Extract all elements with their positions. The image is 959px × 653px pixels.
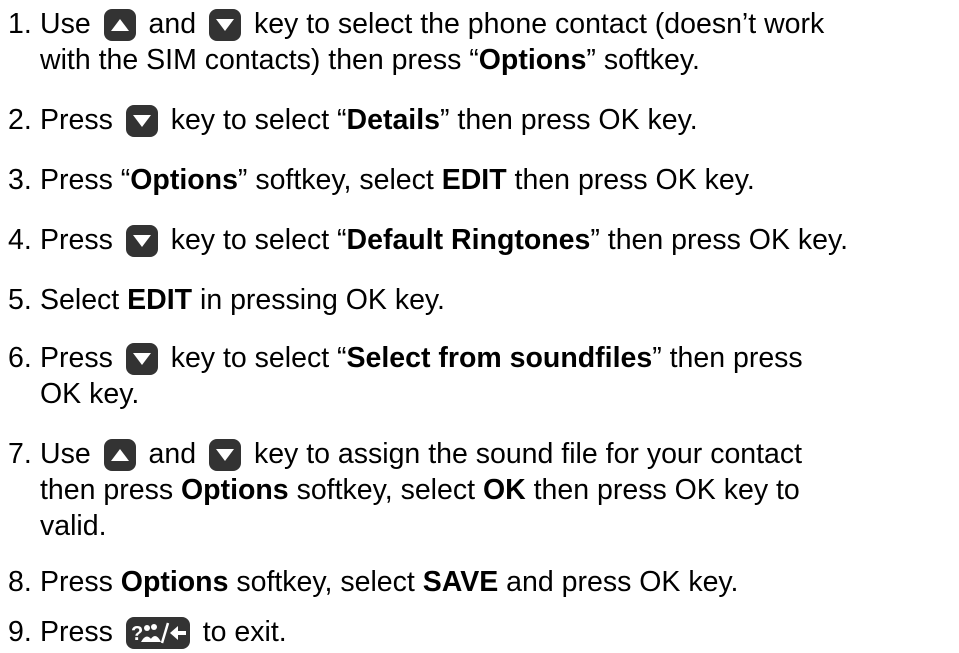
menu-term: EDIT <box>441 164 507 196</box>
down-arrow-key-icon <box>208 8 242 42</box>
step-text: Press <box>40 342 113 374</box>
step-text: key to select “ <box>170 104 347 136</box>
step-text: ” softkey. <box>586 44 700 76</box>
step-text: key to select the phone contact (doesn’t… <box>253 8 825 40</box>
step-text: Press <box>40 616 113 648</box>
step-text: OK key. <box>40 378 140 410</box>
step-number: 3. <box>8 164 32 196</box>
step-number: 7. <box>8 438 32 470</box>
menu-term: Default Ringtones <box>346 224 591 256</box>
step-number: 4. <box>8 224 32 256</box>
step-text: then press <box>40 474 181 506</box>
step-6: 6. Press key to select “Select from soun… <box>0 340 955 412</box>
step-7: 7. Use and key to assign the sound file … <box>0 436 955 544</box>
step-text: softkey, select <box>228 566 423 598</box>
step-number: 9. <box>8 616 32 648</box>
step-8: 8. Press Options softkey, select SAVE an… <box>0 564 955 600</box>
step-5: 5. Select EDIT in pressing OK key. <box>0 282 955 318</box>
step-number: 6. <box>8 342 32 374</box>
step-3: 3. Press “Options” softkey, select EDIT … <box>0 162 955 198</box>
step-text: Use <box>40 8 91 40</box>
step-text: key to select “ <box>170 224 347 256</box>
step-number: 8. <box>8 566 32 598</box>
step-text: then press OK key to <box>525 474 800 506</box>
step-text: Use <box>40 438 91 470</box>
step-text: ” softkey, select <box>237 164 442 196</box>
step-text: and <box>148 8 197 40</box>
step-text: and press OK key. <box>498 566 739 598</box>
step-1: 1. Use and key to select the phone conta… <box>0 6 955 78</box>
menu-term: Select from soundfiles <box>346 342 653 374</box>
step-text: Select <box>40 284 128 316</box>
step-4: 4. Press key to select “Default Ringtone… <box>0 222 955 258</box>
down-arrow-key-icon <box>208 438 242 472</box>
step-text: to exit. <box>202 616 287 648</box>
step-text: and <box>148 438 197 470</box>
step-text: softkey, select <box>288 474 483 506</box>
step-text: then press OK key. <box>506 164 755 196</box>
step-text: Press <box>40 566 121 598</box>
menu-term: Options <box>478 44 587 76</box>
step-text: with the SIM contacts) then press “ <box>40 44 479 76</box>
menu-term: Options <box>130 164 238 196</box>
step-text: Press <box>40 104 113 136</box>
help-back-key-icon: ? <box>125 616 191 650</box>
step-number: 2. <box>8 104 32 136</box>
step-text: key to assign the sound file for your co… <box>253 438 803 470</box>
step-2: 2. Press key to select “Details” then pr… <box>0 102 955 138</box>
menu-term: Options <box>120 566 229 598</box>
step-text: ” then press OK key. <box>590 224 849 256</box>
menu-term: Details <box>346 104 440 136</box>
menu-term: Options <box>181 474 289 506</box>
step-text: key to select “ <box>170 342 347 374</box>
menu-term: OK <box>482 474 526 506</box>
step-text: valid. <box>40 510 107 542</box>
menu-term: SAVE <box>422 566 499 598</box>
menu-term: EDIT <box>127 284 193 316</box>
up-arrow-key-icon <box>103 438 137 472</box>
step-text: ” then press <box>652 342 803 374</box>
down-arrow-key-icon <box>125 342 159 376</box>
step-text: in pressing OK key. <box>192 284 445 316</box>
step-number: 1. <box>8 8 32 40</box>
step-9: 9. Press ? to exit. <box>0 614 955 650</box>
step-text: Press “ <box>40 164 131 196</box>
step-text: ” then press OK key. <box>440 104 698 136</box>
down-arrow-key-icon <box>125 104 159 138</box>
down-arrow-key-icon <box>125 224 159 258</box>
up-arrow-key-icon <box>103 8 137 42</box>
step-number: 5. <box>8 284 32 316</box>
step-text: Press <box>40 224 113 256</box>
